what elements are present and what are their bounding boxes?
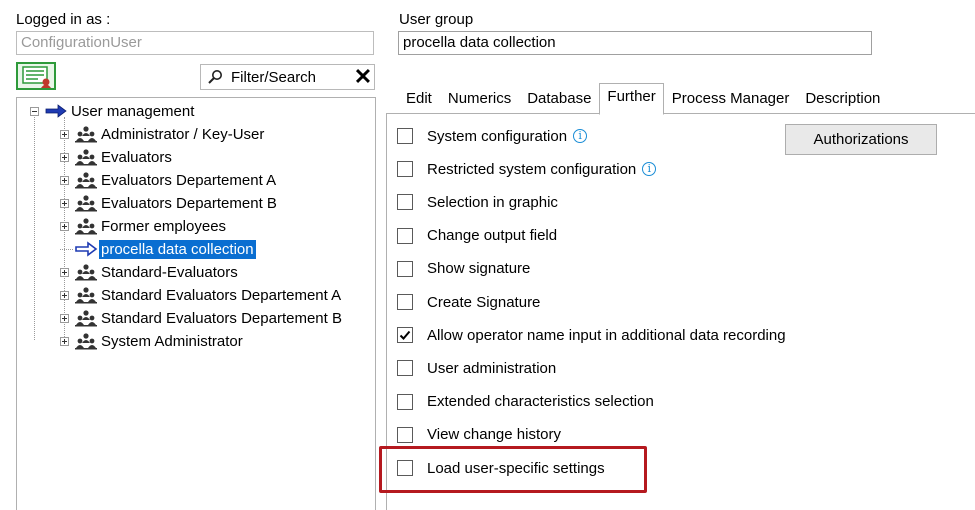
option-row[interactable]: User administration: [397, 357, 556, 379]
option-checkbox[interactable]: [397, 294, 413, 310]
option-row[interactable]: Extended characteristics selection: [397, 391, 654, 413]
tree-root-user-management[interactable]: User management: [30, 100, 196, 122]
expand-icon[interactable]: [60, 175, 69, 185]
info-icon[interactable]: i: [573, 129, 588, 143]
expand-icon[interactable]: [60, 313, 69, 323]
tree-item-label: Standard Evaluators Departement A: [101, 286, 342, 304]
highlight-box: [379, 446, 647, 493]
filter-search-label: Filter/Search: [231, 68, 317, 86]
tree-item[interactable]: procella data collection: [60, 238, 256, 260]
option-checkbox[interactable]: [397, 161, 413, 178]
tree-item-label: procella data collection: [99, 239, 256, 259]
logged-in-user-field: ConfigurationUser: [16, 31, 374, 55]
option-checkbox[interactable]: [397, 393, 413, 410]
user-group-label: User group: [399, 11, 474, 28]
tab-process-manager[interactable]: Process Manager: [664, 90, 798, 114]
option-label: Extended characteristics selection: [427, 393, 654, 411]
tree-item-label: Evaluators: [101, 148, 172, 166]
tab-further[interactable]: Further: [599, 83, 664, 115]
option-label: User administration: [427, 359, 557, 377]
tree-item-label: Former employees: [101, 217, 227, 235]
tab-description[interactable]: Description: [797, 90, 888, 114]
option-label: Restricted system configuration: [427, 160, 637, 178]
option-checkbox[interactable]: [397, 360, 413, 377]
tree-item-label: Evaluators Departement B: [101, 194, 277, 212]
user-group-icon: [73, 124, 99, 144]
option-checkbox[interactable]: [397, 128, 413, 144]
option-label: Create Signature: [427, 293, 541, 311]
logged-in-label: Logged in as :: [16, 11, 111, 28]
tree-item[interactable]: System Administrator: [60, 330, 245, 352]
tree-item[interactable]: Standard Evaluators Departement A: [60, 284, 343, 306]
option-label: View change history: [427, 426, 561, 444]
tree-item-label: Standard Evaluators Departement B: [101, 309, 342, 327]
tab-edit[interactable]: Edit: [398, 90, 440, 114]
expand-icon[interactable]: [60, 267, 69, 277]
tree-root-label: User management: [71, 102, 195, 120]
tab-database[interactable]: Database: [519, 90, 599, 114]
option-row[interactable]: View change history: [397, 424, 561, 446]
filter-search-box[interactable]: Filter/Search ✕: [200, 64, 375, 90]
authorizations-button[interactable]: Authorizations: [785, 124, 937, 155]
option-label: Change output field: [427, 227, 558, 245]
option-row[interactable]: System configuration i: [397, 125, 588, 147]
user-group-icon: [73, 285, 99, 305]
option-label: Allow operator name input in additional …: [427, 326, 786, 344]
tree-item[interactable]: Standard Evaluators Departement B: [60, 307, 344, 329]
user-report-button[interactable]: [16, 62, 56, 90]
tree-item[interactable]: Evaluators: [60, 146, 174, 168]
search-icon: [207, 69, 227, 85]
checkmark-icon: [399, 331, 411, 341]
tree-item[interactable]: Administrator / Key-User: [60, 123, 266, 145]
option-row[interactable]: Show signature: [397, 258, 530, 280]
tree-item-label: Evaluators Departement A: [101, 171, 277, 189]
tree-item-label: Standard-Evaluators: [101, 263, 238, 281]
tree-item[interactable]: Evaluators Departement B: [60, 192, 279, 214]
option-row[interactable]: Change output field: [397, 225, 557, 247]
user-report-icon: [22, 66, 51, 88]
user-group-icon: [73, 262, 99, 282]
user-group-icon: [73, 170, 99, 190]
user-group-icon: [73, 147, 99, 167]
user-group-icon: [73, 331, 99, 351]
tree-item[interactable]: Former employees: [60, 215, 228, 237]
clear-filter-icon[interactable]: ✕: [352, 66, 374, 88]
option-checkbox[interactable]: [397, 194, 413, 211]
user-management-tree[interactable]: User management Administrator / Key-User…: [16, 97, 376, 510]
tree-item-label: System Administrator: [101, 332, 243, 350]
option-checkbox[interactable]: [397, 327, 413, 344]
expand-icon[interactable]: [60, 221, 69, 231]
expand-icon[interactable]: [60, 129, 69, 139]
option-checkbox[interactable]: [397, 227, 413, 244]
option-label: System configuration: [427, 127, 568, 145]
user-group-icon: [73, 193, 99, 213]
option-row[interactable]: Allow operator name input in additional …: [397, 324, 786, 346]
expand-icon[interactable]: [60, 198, 69, 208]
option-checkbox[interactable]: [397, 426, 413, 443]
tab-bar: Edit Numerics Database Further Process M…: [398, 83, 888, 115]
collapse-icon[interactable]: [30, 106, 39, 116]
arrow-right-icon: [43, 101, 69, 121]
tab-numerics[interactable]: Numerics: [440, 90, 519, 114]
expand-icon[interactable]: [60, 152, 69, 162]
option-row[interactable]: Selection in graphic: [397, 191, 558, 213]
option-row[interactable]: Restricted system configuration i: [397, 158, 657, 180]
expand-icon[interactable]: [60, 290, 69, 300]
tree-item-label: Administrator / Key-User: [101, 125, 265, 143]
option-label: Show signature: [427, 260, 531, 278]
info-icon[interactable]: i: [642, 162, 657, 177]
user-group-icon: [73, 308, 99, 328]
user-group-field[interactable]: procella data collection: [398, 31, 872, 55]
expand-icon[interactable]: [60, 336, 69, 346]
arrow-right-icon: [73, 239, 99, 259]
option-label: Selection in graphic: [427, 193, 558, 211]
tree-item[interactable]: Evaluators Departement A: [60, 169, 278, 191]
option-row[interactable]: Create Signature: [397, 291, 540, 313]
option-checkbox[interactable]: [397, 260, 413, 277]
user-group-icon: [73, 216, 99, 236]
tree-item[interactable]: Standard-Evaluators: [60, 261, 240, 283]
tree-connector: [60, 248, 73, 250]
